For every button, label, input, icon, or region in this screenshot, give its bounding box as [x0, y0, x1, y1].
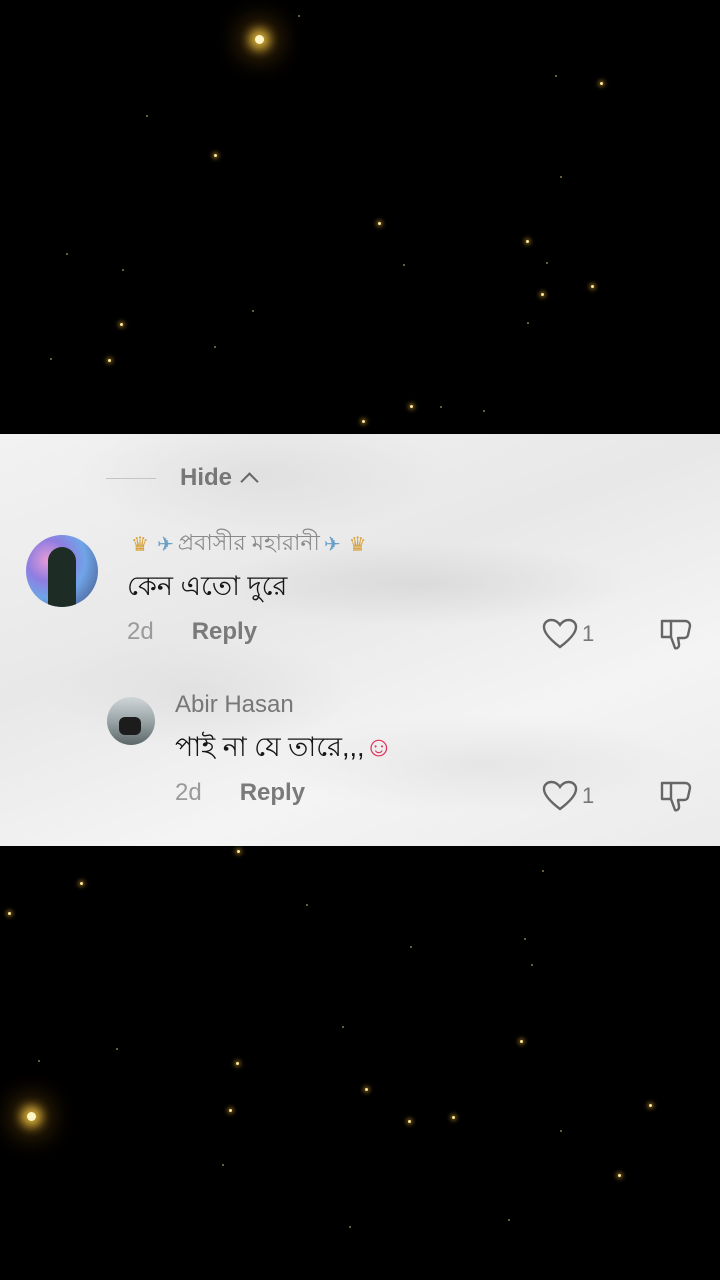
reply-button[interactable]: Reply [240, 779, 305, 807]
smiling-face-with-hearts-icon: ☺ [364, 731, 394, 762]
sparkle [403, 264, 405, 266]
sparkle [342, 1026, 344, 1028]
like-count: 1 [582, 783, 595, 808]
avatar[interactable] [26, 535, 98, 607]
thumbs-down-icon[interactable] [658, 778, 694, 814]
sparkle [527, 322, 529, 324]
crown-icon: ♛ [348, 534, 367, 556]
sparkle [27, 1112, 36, 1121]
sparkle [8, 912, 11, 915]
sparkle [531, 964, 533, 966]
comment-text-row: পাই না যে তারে,,,☺ [175, 727, 393, 772]
sparkle [255, 35, 264, 44]
sparkle [236, 1062, 239, 1065]
hide-label: Hide [180, 464, 233, 491]
sparkle [440, 406, 442, 408]
username[interactable]: Abir Hasan [175, 691, 294, 719]
sparkle [120, 323, 123, 326]
chevron-up-icon [240, 472, 259, 491]
sparkle [560, 1130, 562, 1132]
avatar-figure [48, 547, 76, 607]
comment-panel: Hide ♛ ✈ প্রবাসীর মহারানী ✈ ♛ কেন এতো দু… [0, 434, 720, 846]
starry-background-bottom [0, 846, 720, 1280]
sparkle [649, 1104, 652, 1107]
sparkle [591, 285, 594, 288]
sparkle [222, 1164, 224, 1166]
sparkle [520, 1040, 523, 1043]
sparkle [229, 1109, 232, 1112]
comment-meta: 2d Reply [127, 618, 257, 646]
sparkle [116, 1048, 118, 1050]
sparkle [410, 405, 413, 408]
sparkle [214, 154, 217, 157]
divider [106, 477, 156, 479]
comment-text: পাই না যে তারে,,, [175, 732, 365, 762]
sparkle [560, 176, 562, 178]
sparkle [483, 410, 485, 412]
airplane-icon: ✈ [156, 534, 174, 556]
like-button[interactable]: 1 [542, 618, 594, 650]
timestamp: 2d [175, 779, 202, 806]
sparkle [546, 262, 548, 264]
sparkle [252, 310, 254, 312]
sparkle [452, 1116, 455, 1119]
sparkle [122, 269, 124, 271]
starry-background-top [0, 0, 720, 434]
sparkle [298, 15, 300, 17]
like-button[interactable]: 1 [542, 780, 594, 812]
sparkle [38, 1060, 40, 1062]
avatar-figure [119, 717, 141, 735]
thumbs-down-icon[interactable] [658, 616, 694, 652]
sparkle [542, 870, 544, 872]
heart-outline-icon [542, 780, 578, 811]
sparkle [410, 946, 412, 948]
hide-replies-button[interactable]: Hide [106, 464, 259, 492]
sparkle [526, 240, 529, 243]
sparkle [541, 293, 544, 296]
sparkle [349, 1226, 351, 1228]
sparkle [555, 75, 557, 77]
username-row[interactable]: ♛ ✈ প্রবাসীর মহারানী ✈ ♛ [127, 526, 371, 563]
avatar[interactable] [107, 697, 155, 745]
sparkle [378, 222, 381, 225]
sparkle [237, 850, 240, 853]
sparkle [66, 253, 68, 255]
sparkle [146, 115, 148, 117]
username: প্রবাসীর মহারানী [177, 530, 320, 555]
timestamp: 2d [127, 618, 154, 645]
sparkle [306, 904, 308, 906]
sparkle [362, 420, 365, 423]
sparkle [524, 938, 526, 940]
sparkle [50, 358, 52, 360]
reply-button[interactable]: Reply [192, 618, 257, 646]
comment-text: কেন এতো দুরে [127, 571, 288, 601]
like-count: 1 [582, 621, 595, 646]
crown-icon: ♛ [131, 534, 149, 556]
sparkle [214, 346, 216, 348]
sparkle [600, 82, 603, 85]
sparkle [408, 1120, 411, 1123]
sparkle [80, 882, 83, 885]
airplane-icon: ✈ [323, 534, 341, 556]
sparkle [618, 1174, 621, 1177]
sparkle [365, 1088, 368, 1091]
comment-meta: 2d Reply [175, 779, 305, 807]
sparkle [508, 1219, 510, 1221]
heart-outline-icon [542, 618, 578, 649]
sparkle [108, 359, 111, 362]
